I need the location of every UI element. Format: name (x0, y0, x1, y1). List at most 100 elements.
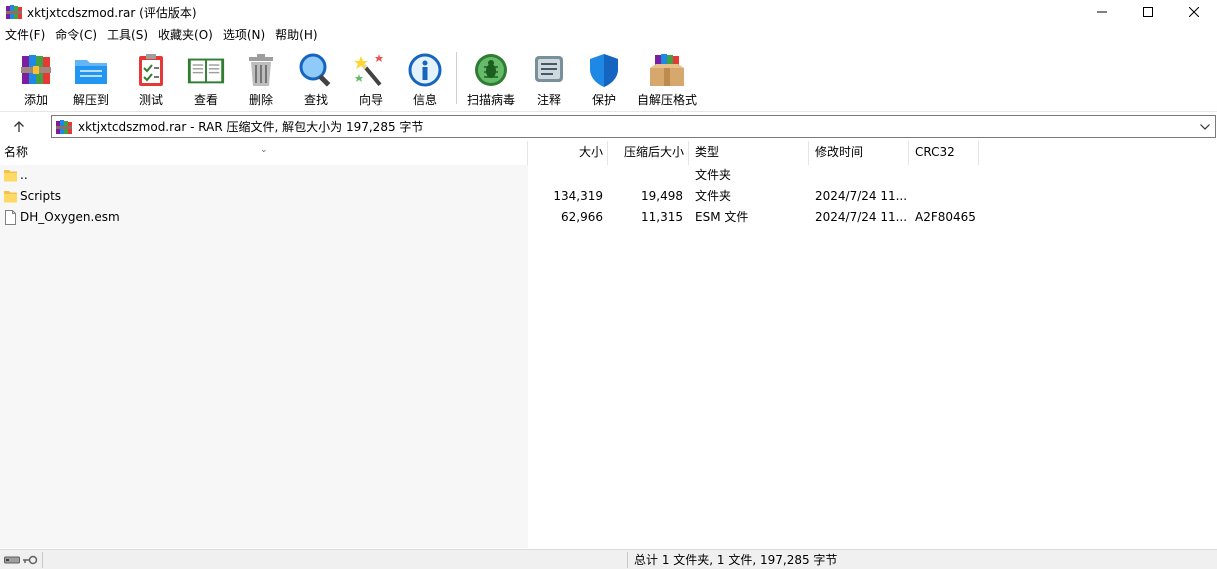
sfx-label: 自解压格式 (636, 93, 697, 107)
info-button[interactable]: 信息 (398, 46, 452, 108)
table-row[interactable]: DH_Oxygen.esm 62,966 11,315 ESM 文件 2024/… (0, 207, 1217, 228)
column-header-modified[interactable]: 修改时间 (809, 141, 909, 165)
winrar-app-icon (6, 5, 22, 19)
file-packed-cell: 11,315 (641, 210, 683, 224)
status-divider (42, 552, 43, 568)
menu-bar: 文件(F) 命令(C) 工具(S) 收藏夹(O) 选项(N) 帮助(H) (0, 24, 1217, 46)
menu-file[interactable]: 文件(F) (0, 25, 50, 45)
file-name-cell: DH_Oxygen.esm (20, 210, 120, 224)
delete-label: 删除 (248, 93, 273, 107)
file-crc-cell (915, 186, 979, 207)
virus-scan-button[interactable]: 扫描病毒 (461, 46, 521, 108)
comment-button[interactable]: 注释 (521, 46, 577, 108)
add-label: 添加 (23, 93, 48, 107)
file-packed-cell (608, 165, 683, 186)
column-header-size[interactable]: 大小 (528, 141, 608, 165)
column-header-row: 名称 ⌄ 大小 压缩后大小 类型 修改时间 CRC32 (0, 141, 1217, 165)
file-crc-cell: A2F80465 (915, 210, 976, 224)
toolbar: 添加 解压到 测试 查看 删除 查找 向导 信息 扫描病毒 注释 保护 自解压格… (0, 46, 1217, 112)
menu-help[interactable]: 帮助(H) (270, 25, 322, 45)
close-button[interactable] (1171, 0, 1217, 24)
status-divider (627, 552, 628, 568)
column-header-name[interactable]: 名称 ⌄ (0, 141, 528, 165)
test-clipboard-icon (139, 54, 163, 86)
extract-to-label: 解压到 (72, 93, 109, 107)
close-icon (1189, 7, 1199, 17)
status-bar: 总计 1 文件夹, 1 文件, 197,285 字节 (0, 549, 1217, 569)
column-header-crc[interactable]: CRC32 (909, 141, 979, 165)
address-dropdown-button[interactable] (1195, 116, 1215, 137)
file-icon (5, 210, 16, 225)
folder-icon (4, 191, 17, 203)
virus-scan-label: 扫描病毒 (466, 93, 515, 107)
maximize-button[interactable] (1125, 0, 1171, 24)
address-row: xktjxtcdszmod.rar - RAR 压缩文件, 解包大小为 197,… (0, 114, 1217, 140)
sfx-box-icon (650, 54, 684, 86)
view-button[interactable]: 查看 (178, 46, 234, 108)
test-label: 测试 (138, 93, 163, 107)
column-header-type[interactable]: 类型 (689, 141, 809, 165)
menu-favorites[interactable]: 收藏夹(O) (153, 25, 218, 45)
info-label: 信息 (412, 93, 437, 107)
delete-button[interactable]: 删除 (234, 46, 288, 108)
sfx-button[interactable]: 自解压格式 (631, 46, 703, 108)
virus-bug-icon (475, 54, 507, 86)
file-size-cell: 62,966 (561, 210, 603, 224)
status-summary: 总计 1 文件夹, 1 文件, 197,285 字节 (634, 553, 838, 567)
window-controls (1079, 0, 1217, 24)
extract-to-button[interactable]: 解压到 (58, 46, 124, 108)
protect-button[interactable]: 保护 (577, 46, 631, 108)
magnifier-icon (299, 53, 331, 87)
find-label: 查找 (303, 93, 328, 107)
column-header-name-label: 名称 (4, 145, 29, 159)
comment-note-icon (535, 56, 563, 82)
maximize-icon (1143, 7, 1153, 17)
extract-folder-icon (75, 60, 107, 84)
file-size-cell: 134,319 (553, 189, 603, 203)
arrow-up-icon (14, 121, 24, 132)
file-list: 名称 ⌄ 大小 压缩后大小 类型 修改时间 CRC32 .. 文件夹 Scrip… (0, 141, 1217, 548)
comment-label: 注释 (536, 93, 561, 107)
minimize-button[interactable] (1079, 0, 1125, 24)
rar-archive-icon (56, 119, 72, 134)
magic-wand-icon (354, 54, 383, 87)
folder-icon (4, 170, 17, 182)
file-name-cell: Scripts (20, 189, 62, 203)
add-button[interactable]: 添加 (14, 46, 58, 108)
view-label: 查看 (193, 93, 218, 107)
file-modified-cell: 2024/7/24 11... (815, 189, 907, 203)
file-modified-cell: 2024/7/24 11... (815, 210, 907, 224)
title-bar: xktjxtcdszmod.rar (评估版本) (0, 0, 1217, 24)
file-modified-cell (815, 165, 907, 186)
toolbar-divider (456, 52, 457, 104)
file-crc-cell (915, 165, 979, 186)
info-icon (408, 53, 442, 87)
up-one-level-button[interactable] (0, 114, 38, 140)
file-name-cell: .. (20, 168, 28, 182)
chevron-down-icon (1200, 123, 1210, 130)
file-packed-cell: 19,498 (641, 189, 683, 203)
key-icon[interactable] (22, 555, 38, 565)
find-button[interactable]: 查找 (288, 46, 344, 108)
menu-options[interactable]: 选项(N) (218, 25, 270, 45)
table-row[interactable]: Scripts 134,319 19,498 文件夹 2024/7/24 11.… (0, 186, 1217, 207)
drive-icon[interactable] (4, 555, 20, 565)
status-icons (4, 553, 40, 567)
menu-tools[interactable]: 工具(S) (102, 25, 153, 45)
add-archive-icon (21, 55, 51, 84)
table-row[interactable]: .. 文件夹 (0, 165, 1217, 186)
test-button[interactable]: 测试 (124, 46, 178, 108)
wizard-button[interactable]: 向导 (344, 46, 398, 108)
column-header-packed[interactable]: 压缩后大小 (608, 141, 689, 165)
file-size-cell (528, 165, 603, 186)
sort-ascending-icon: ⌄ (260, 145, 268, 155)
address-bar[interactable]: xktjxtcdszmod.rar - RAR 压缩文件, 解包大小为 197,… (51, 115, 1216, 138)
file-type-cell: 文件夹 (695, 168, 732, 182)
protect-label: 保护 (591, 93, 616, 107)
menu-commands[interactable]: 命令(C) (50, 25, 102, 45)
window-title: xktjxtcdszmod.rar (评估版本) (27, 5, 197, 20)
trash-can-icon (249, 54, 273, 86)
wizard-label: 向导 (358, 93, 383, 107)
minimize-icon (1097, 11, 1107, 13)
file-type-cell: ESM 文件 (695, 210, 749, 224)
